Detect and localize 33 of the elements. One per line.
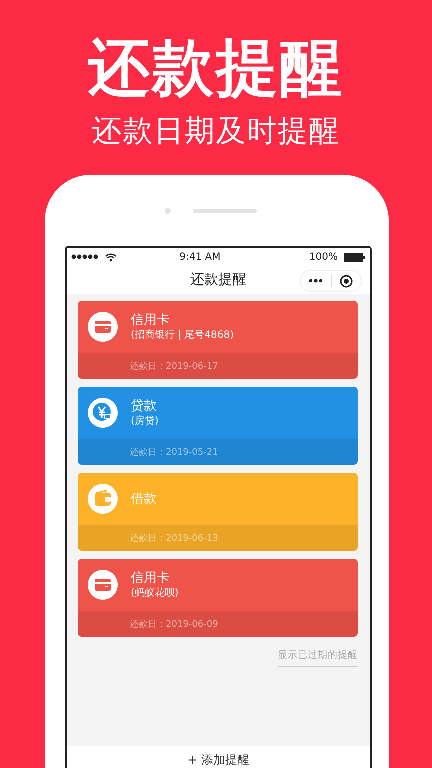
reminder-detail: (招商银行 | 尾号4868) — [131, 328, 234, 342]
reminder-title: 借款 — [131, 490, 157, 508]
capsule-menu[interactable] — [300, 270, 362, 292]
due-date: 还款日：2019-06-09 — [130, 618, 218, 630]
due-date: 还款日：2019-06-17 — [130, 360, 218, 372]
credit-card-icon — [88, 570, 118, 600]
battery-icon — [344, 252, 366, 262]
reminder-title: 贷款 — [131, 398, 158, 414]
reminder-card[interactable]: 信用卡 (蚂蚁花呗) 还款日：2019-06-09 — [78, 559, 358, 637]
add-reminder-button[interactable]: + 添加提醒 — [188, 752, 250, 768]
reminder-detail: (蚂蚁花呗) — [131, 586, 179, 600]
reminder-title: 信用卡 — [131, 312, 171, 328]
reminder-card[interactable]: 信用卡 (招商银行 | 尾号4868) 还款日：2019-06-17 — [78, 301, 358, 379]
reminder-card[interactable]: 借款 还款日：2019-06-13 — [78, 473, 358, 551]
reminder-detail: (房贷) — [131, 414, 159, 428]
wifi-icon — [105, 252, 117, 262]
banner-subtitle: 还款日期及时提醒 — [92, 114, 340, 150]
nav-title: 还款提醒 — [190, 271, 246, 289]
yen-coin-icon — [88, 398, 118, 428]
battery-level: 100% — [309, 252, 338, 262]
due-date: 还款日：2019-06-13 — [130, 532, 218, 544]
signal-icon — [71, 254, 101, 260]
wallet-icon — [88, 484, 118, 514]
reminder-card[interactable]: 贷款 (房贷) 还款日：2019-05-21 — [78, 387, 358, 465]
due-date: 还款日：2019-05-21 — [130, 446, 218, 458]
camera-icon — [165, 208, 171, 214]
banner-title: 还款提醒 — [88, 30, 344, 106]
status-time: 9:41 AM — [178, 252, 222, 262]
reminder-title: 信用卡 — [131, 570, 171, 586]
expired-reminders-link[interactable]: 显示已过期的提醒 — [278, 649, 358, 667]
more-icon[interactable] — [309, 279, 323, 283]
close-target-icon[interactable] — [340, 274, 353, 288]
credit-card-icon — [88, 312, 118, 342]
